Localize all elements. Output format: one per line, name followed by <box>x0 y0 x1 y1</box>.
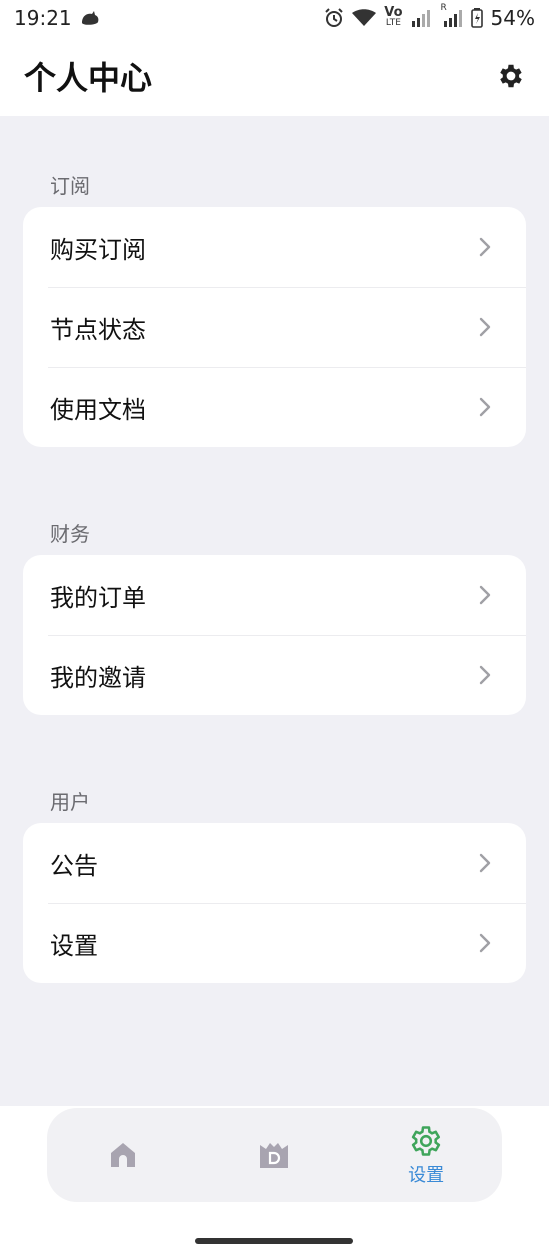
chevron-right-icon <box>479 665 491 685</box>
list-item-my-orders[interactable]: 我的订单 <box>23 555 526 635</box>
alarm-icon <box>324 8 344 28</box>
chevron-right-icon <box>479 853 491 873</box>
cat-icon <box>80 9 100 27</box>
header: 个人中心 <box>0 36 549 116</box>
tab-settings[interactable]: 设置 <box>366 1108 486 1202</box>
app-screen: 19:21 Vo LTE R 54% 个人中心 订阅 购买订阅 节点状态 使用文… <box>0 0 549 1260</box>
list-item-settings[interactable]: 设置 <box>23 903 526 983</box>
card-finance: 我的订单 我的邀请 <box>23 555 526 715</box>
list-item-label: 我的邀请 <box>50 663 146 692</box>
dashboard-icon <box>260 1143 289 1168</box>
status-time: 19:21 <box>14 6 72 30</box>
list-item-label: 使用文档 <box>50 395 146 424</box>
list-item-announcements[interactable]: 公告 <box>23 823 526 903</box>
volte-icon: Vo LTE <box>384 5 403 28</box>
home-indicator[interactable] <box>195 1238 353 1244</box>
section-label-subscription: 订阅 <box>50 174 90 198</box>
chevron-right-icon <box>479 933 491 953</box>
battery-icon <box>470 8 483 28</box>
list-item-label: 节点状态 <box>50 315 146 344</box>
signal-icon <box>411 9 433 27</box>
status-bar: 19:21 Vo LTE R 54% <box>0 0 549 36</box>
tab-bar: 设置 <box>47 1108 502 1202</box>
list-item-label: 我的订单 <box>50 583 146 612</box>
chevron-right-icon <box>479 585 491 605</box>
list-item-my-invites[interactable]: 我的邀请 <box>23 635 526 715</box>
section-label-user: 用户 <box>50 790 90 814</box>
home-icon <box>110 1143 135 1167</box>
card-subscription: 购买订阅 节点状态 使用文档 <box>23 207 526 447</box>
list-item-label: 购买订阅 <box>50 235 146 264</box>
list-item-label: 设置 <box>50 931 98 960</box>
list-item-docs[interactable]: 使用文档 <box>23 367 526 447</box>
battery-percent: 54% <box>490 6 535 30</box>
section-label-finance: 财务 <box>50 522 90 546</box>
chevron-right-icon <box>479 317 491 337</box>
tab-dashboard[interactable] <box>214 1108 334 1202</box>
list-item-buy-subscription[interactable]: 购买订阅 <box>23 207 526 287</box>
page-title: 个人中心 <box>24 59 153 97</box>
tab-settings-label: 设置 <box>408 1165 445 1186</box>
list-item-label: 公告 <box>50 851 98 880</box>
chevron-right-icon <box>479 237 491 257</box>
list-item-node-status[interactable]: 节点状态 <box>23 287 526 367</box>
chevron-right-icon <box>479 397 491 417</box>
gear-icon[interactable] <box>495 60 527 92</box>
tab-home[interactable] <box>63 1108 183 1202</box>
signal-roaming-icon: R <box>441 3 463 27</box>
gear-icon <box>411 1126 441 1156</box>
wifi-icon <box>352 9 377 27</box>
card-user: 公告 设置 <box>23 823 526 983</box>
